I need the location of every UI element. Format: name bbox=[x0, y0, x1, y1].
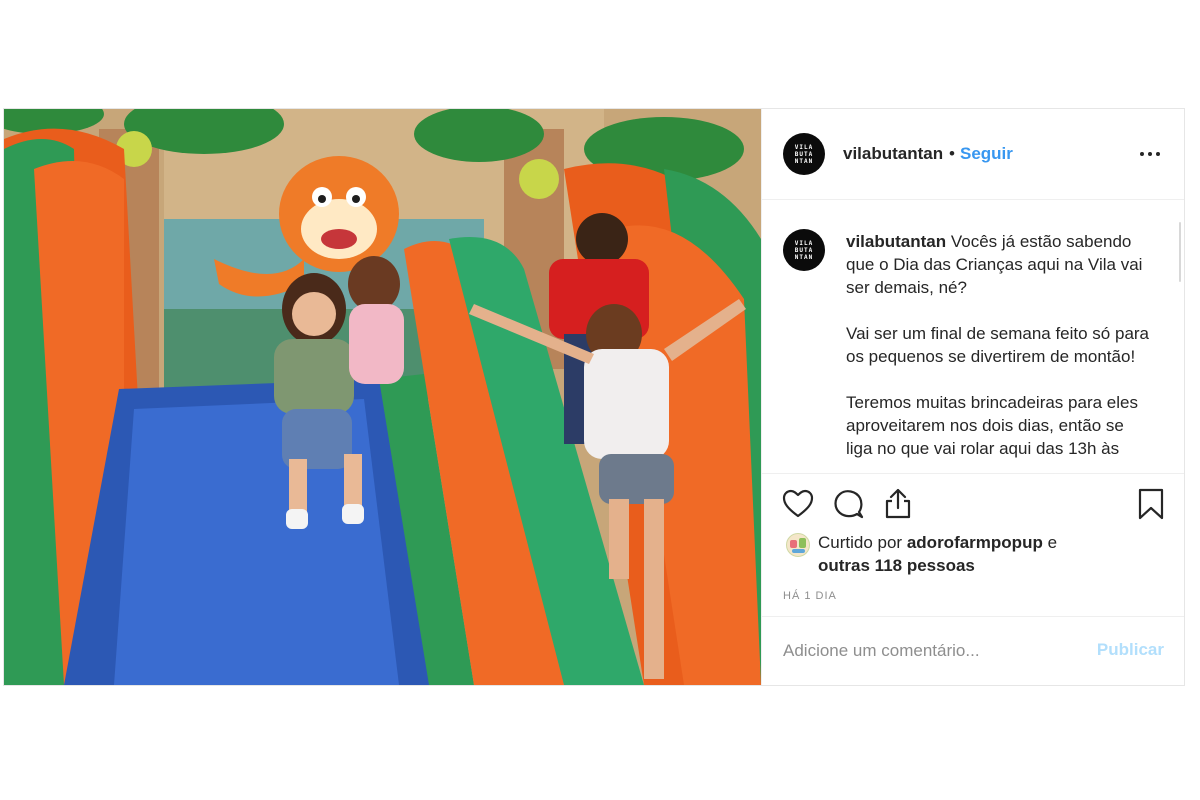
liker-avatar-shape bbox=[790, 540, 797, 548]
action-bar: Curtido por adorofarmpopup e outras 118 … bbox=[762, 473, 1184, 616]
more-dot bbox=[1156, 152, 1160, 156]
post-sidebar: VILA BUTA NTAN vilabutantan • Seguir VIL… bbox=[761, 109, 1184, 685]
liker-avatar[interactable] bbox=[786, 533, 810, 557]
heart-icon[interactable] bbox=[782, 489, 814, 519]
comment-icon[interactable] bbox=[832, 488, 864, 520]
avatar-text-line-2: BUTA bbox=[794, 246, 814, 254]
instagram-post: VILA BUTA NTAN vilabutantan • Seguir VIL… bbox=[3, 108, 1185, 686]
post-timestamp[interactable]: HÁ 1 DIA bbox=[783, 590, 837, 602]
caption-username-link[interactable]: vilabutantan bbox=[846, 232, 946, 251]
more-dot bbox=[1140, 152, 1144, 156]
inflatable-slide-image bbox=[4, 109, 761, 685]
comments-scrollbar[interactable] bbox=[1179, 222, 1181, 282]
likes-summary: Curtido por adorofarmpopup e bbox=[818, 533, 1057, 553]
bookmark-icon[interactable] bbox=[1138, 488, 1164, 520]
follow-button[interactable]: Seguir bbox=[960, 144, 1013, 164]
post-header: VILA BUTA NTAN vilabutantan • Seguir bbox=[762, 109, 1184, 200]
header-username-link[interactable]: vilabutantan bbox=[843, 144, 943, 164]
likes-conjunction: e bbox=[1047, 533, 1058, 552]
avatar-text-line-3: NTAN bbox=[794, 253, 814, 261]
likes-prefix: Curtido por bbox=[818, 533, 903, 552]
post-caption: vilabutantan Vocês já estão sabendo que … bbox=[846, 230, 1151, 460]
caption-avatar[interactable]: VILA BUTA NTAN bbox=[783, 229, 825, 271]
caption-text: Vocês já estão sabendo que o Dia das Cri… bbox=[846, 232, 1150, 458]
likes-others-link[interactable]: outras 118 pessoas bbox=[818, 556, 975, 576]
liker-avatar-shape bbox=[799, 538, 806, 548]
liker-avatar-shape bbox=[792, 549, 805, 553]
more-dot bbox=[1148, 152, 1152, 156]
comments-section[interactable]: VILA BUTA NTAN vilabutantan Vocês já est… bbox=[762, 200, 1184, 473]
avatar-text-line-1: VILA bbox=[794, 239, 814, 247]
more-horizontal-icon[interactable] bbox=[1140, 143, 1164, 163]
add-comment-section: Publicar bbox=[762, 616, 1184, 685]
comment-input[interactable] bbox=[783, 639, 1083, 663]
header-separator: • bbox=[949, 144, 955, 163]
profile-avatar[interactable]: VILA BUTA NTAN bbox=[783, 133, 825, 175]
post-photo[interactable] bbox=[4, 109, 761, 685]
avatar-text-line-2: BUTA bbox=[794, 150, 814, 158]
liker-username-link[interactable]: adorofarmpopup bbox=[907, 533, 1043, 552]
avatar-text-line-1: VILA bbox=[794, 143, 814, 151]
publish-button[interactable]: Publicar bbox=[1097, 640, 1164, 660]
share-icon[interactable] bbox=[883, 487, 913, 519]
avatar-text-line-3: NTAN bbox=[794, 157, 814, 165]
